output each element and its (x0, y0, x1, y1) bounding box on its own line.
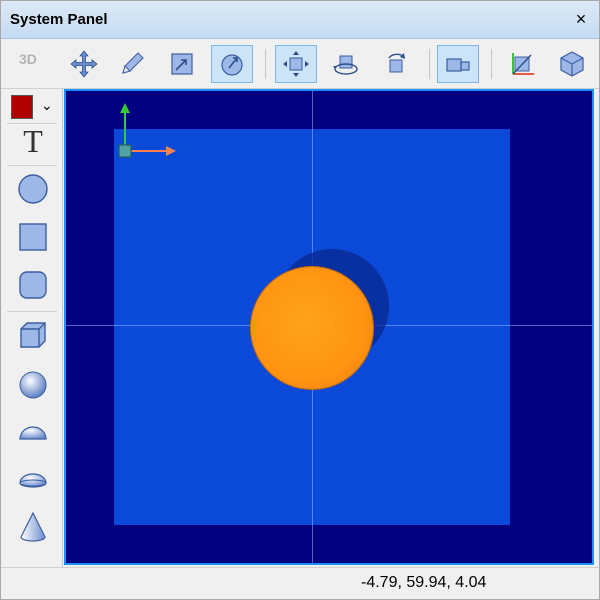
toolbar-separator (265, 49, 266, 79)
scale-icon[interactable] (161, 45, 203, 83)
axis-gizmo[interactable] (110, 99, 190, 169)
axes-icon[interactable] (501, 45, 543, 83)
sphere-icon[interactable] (13, 365, 53, 405)
move-arrows-icon[interactable] (63, 45, 105, 83)
cursor-coordinates: -4.79, 59.94, 4.04 (361, 574, 487, 591)
toolbar-separator (429, 49, 430, 79)
color-swatch[interactable] (11, 95, 33, 119)
pencil-icon[interactable] (111, 45, 153, 83)
toolbar: 3D (1, 39, 599, 89)
text-tool[interactable]: T (13, 121, 53, 161)
text-tool-label: T (23, 122, 43, 159)
palette-separator (7, 165, 57, 166)
close-icon[interactable]: × (571, 9, 591, 29)
circle-icon[interactable] (13, 169, 53, 209)
palette-separator (7, 311, 57, 312)
rotate-view-icon[interactable] (375, 45, 417, 83)
rounded-square-icon[interactable] (13, 265, 53, 305)
orange-sphere[interactable] (251, 267, 373, 389)
half-sphere-icon[interactable] (13, 413, 53, 453)
status-bar: -4.79, 59.94, 4.04 (1, 567, 599, 599)
3d-viewport[interactable] (64, 89, 594, 565)
mode-3d-label: 3D (19, 51, 37, 67)
window-title: System Panel (10, 11, 108, 28)
cube-view-icon[interactable] (551, 45, 593, 83)
lens-icon[interactable] (13, 459, 53, 499)
camera-view-icon[interactable] (437, 45, 479, 83)
rotate-sphere-icon[interactable] (211, 45, 253, 83)
shape-palette: ⌄ T (1, 89, 63, 567)
cube-icon[interactable] (13, 315, 53, 355)
toolbar-separator (491, 49, 492, 79)
chevron-down-icon[interactable]: ⌄ (41, 97, 53, 114)
title-bar: System Panel × (1, 1, 599, 39)
cone-icon[interactable] (13, 507, 53, 547)
pan-view-icon[interactable] (275, 45, 317, 83)
orbit-icon[interactable] (325, 45, 367, 83)
system-panel-window: System Panel × 3D ⌄ T -4.79, 59.94, 4.04 (0, 0, 600, 600)
square-icon[interactable] (13, 217, 53, 257)
